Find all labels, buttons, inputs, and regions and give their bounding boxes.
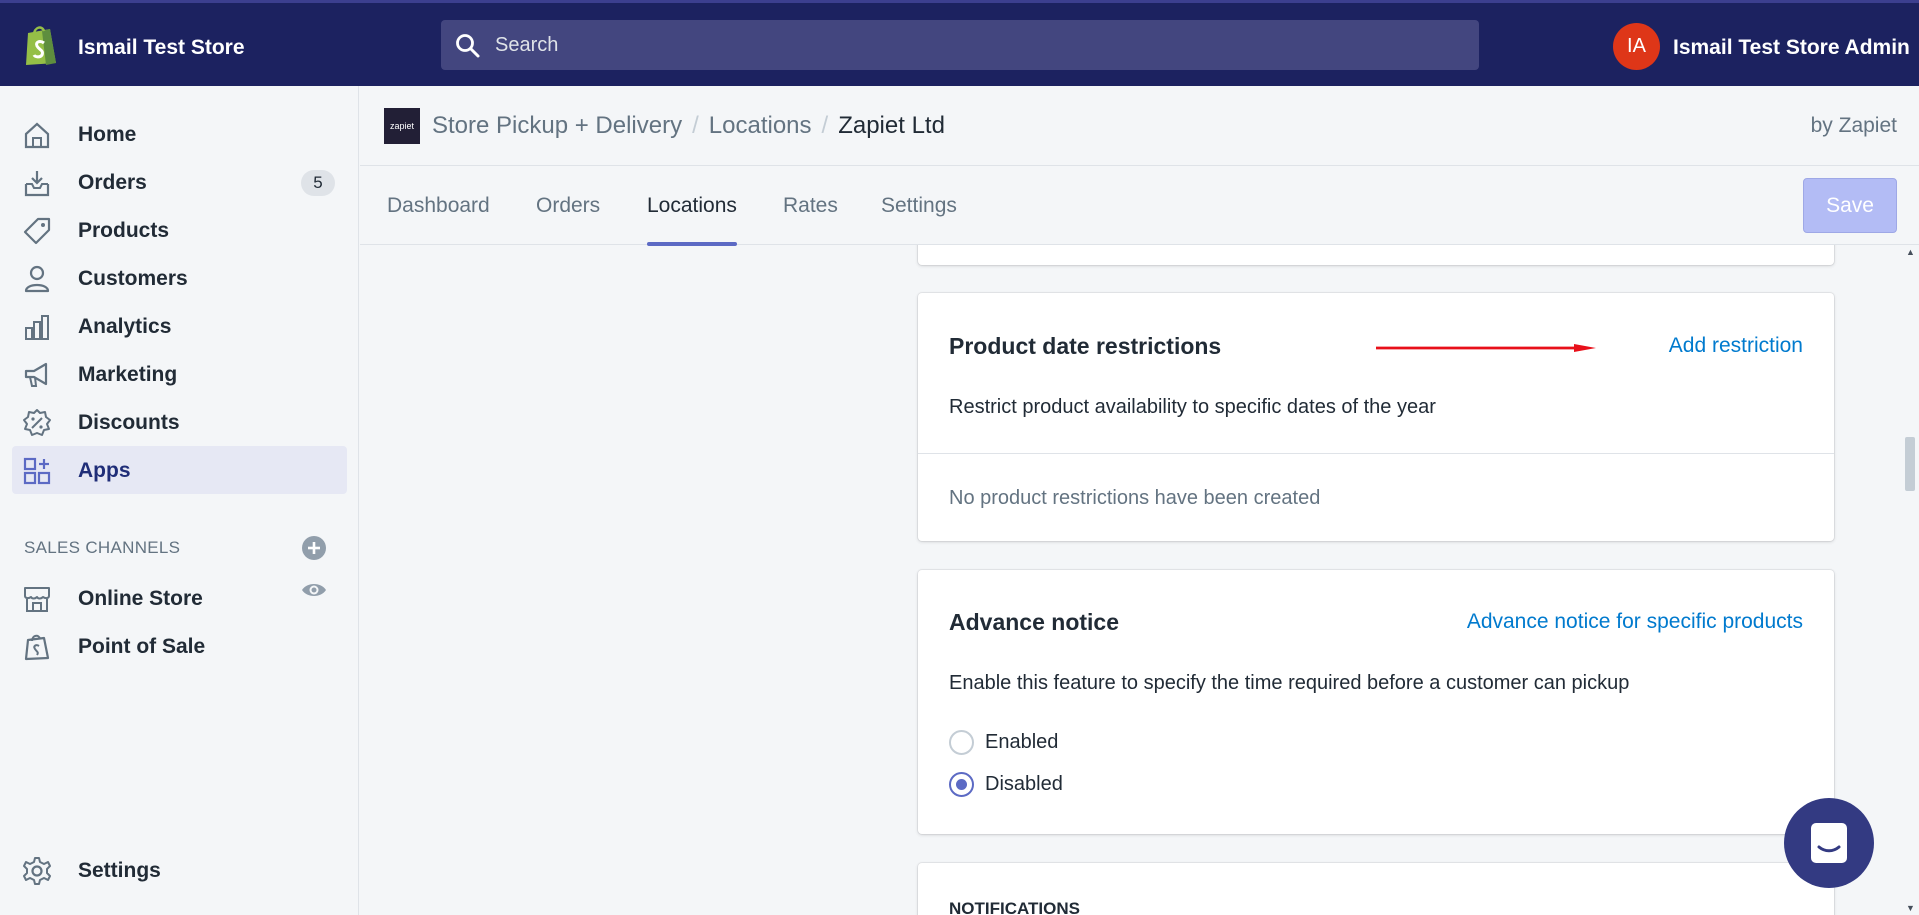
sidebar-item-label: Products bbox=[78, 219, 170, 242]
sidebar-item-discounts[interactable]: Discounts bbox=[12, 398, 347, 446]
store-name[interactable]: Ismail Test Store bbox=[78, 36, 245, 60]
home-icon bbox=[24, 122, 50, 149]
sidebar-item-marketing[interactable]: Marketing bbox=[12, 350, 347, 398]
tab-orders[interactable]: Orders bbox=[536, 166, 600, 245]
shopify-logo-icon[interactable] bbox=[22, 23, 60, 67]
developer-byline[interactable]: by Zapiet bbox=[1811, 114, 1897, 138]
sidebar-item-point-of-sale[interactable]: Point of Sale bbox=[12, 622, 347, 670]
search-input[interactable]: Search bbox=[495, 34, 558, 57]
product-date-restrictions-card: Product date restrictions Add restrictio… bbox=[918, 293, 1834, 541]
add-sales-channel-icon[interactable] bbox=[301, 535, 327, 561]
sidebar-item-label: Customers bbox=[78, 267, 188, 290]
card-title: NOTIFICATIONS bbox=[949, 899, 1080, 915]
admin-name[interactable]: Ismail Test Store Admin bbox=[1673, 36, 1910, 60]
avatar[interactable]: IA bbox=[1613, 23, 1660, 70]
radio-label[interactable]: Disabled bbox=[985, 773, 1063, 796]
save-button[interactable]: Save bbox=[1803, 178, 1897, 233]
main-content: Product date restrictions Add restrictio… bbox=[360, 245, 1900, 915]
sidebar-item-analytics[interactable]: Analytics bbox=[12, 302, 347, 350]
sidebar-item-label: Online Store bbox=[78, 587, 203, 610]
advance-notice-specific-products-link[interactable]: Advance notice for specific products bbox=[1467, 610, 1803, 634]
page-scrollbar[interactable]: ▲ ▼ bbox=[1900, 245, 1919, 915]
sidebar-item-products[interactable]: Products bbox=[12, 206, 347, 254]
sidebar-item-orders[interactable]: Orders 5 bbox=[12, 158, 347, 206]
divider bbox=[918, 453, 1834, 454]
sidebar-item-settings[interactable]: Settings bbox=[12, 846, 347, 894]
sidebar-item-label: Orders bbox=[78, 171, 147, 194]
chat-launcher-button[interactable] bbox=[1784, 798, 1874, 888]
notifications-card: NOTIFICATIONS bbox=[918, 863, 1834, 915]
sidebar-item-home[interactable]: Home bbox=[12, 110, 347, 158]
orders-icon bbox=[24, 171, 50, 197]
search-bar[interactable]: Search bbox=[441, 20, 1479, 70]
orders-count-badge: 5 bbox=[301, 170, 335, 196]
scroll-up-arrow[interactable]: ▲ bbox=[1906, 247, 1915, 257]
chat-icon bbox=[1811, 823, 1847, 863]
tab-locations[interactable]: Locations bbox=[647, 166, 737, 246]
previous-card bbox=[918, 245, 1834, 265]
breadcrumb-separator: / bbox=[821, 112, 829, 139]
tab-rates[interactable]: Rates bbox=[783, 166, 838, 245]
sidebar-item-online-store[interactable]: Online Store bbox=[12, 574, 347, 622]
apps-icon bbox=[23, 457, 51, 485]
bar-chart-icon bbox=[25, 315, 49, 340]
megaphone-icon bbox=[24, 362, 48, 387]
scroll-down-arrow[interactable]: ▼ bbox=[1906, 903, 1915, 913]
sidebar-item-label: Analytics bbox=[78, 315, 172, 338]
gear-icon bbox=[23, 857, 51, 885]
card-description: Restrict product availability to specifi… bbox=[949, 396, 1436, 418]
sidebar-item-label: Discounts bbox=[78, 411, 180, 434]
sidebar-item-label: Apps bbox=[78, 459, 131, 482]
card-title: Advance notice bbox=[949, 609, 1119, 635]
pos-bag-icon bbox=[24, 634, 50, 661]
zapiet-logo[interactable]: zapiet bbox=[384, 108, 420, 144]
scroll-thumb[interactable] bbox=[1905, 437, 1915, 491]
person-icon bbox=[24, 265, 50, 293]
sidebar-item-label: Point of Sale bbox=[78, 635, 206, 658]
eye-icon[interactable] bbox=[300, 576, 328, 604]
tag-icon bbox=[23, 217, 51, 245]
store-icon bbox=[24, 587, 50, 612]
tab-dashboard[interactable]: Dashboard bbox=[387, 166, 490, 245]
discount-icon bbox=[23, 409, 51, 436]
radio-label[interactable]: Enabled bbox=[985, 731, 1058, 754]
tab-bar: Dashboard Orders Locations Rates Setting… bbox=[360, 166, 1919, 246]
breadcrumb-current: Zapiet Ltd bbox=[838, 112, 945, 139]
sidebar-item-label: Marketing bbox=[78, 363, 178, 386]
sidebar-item-label: Settings bbox=[78, 859, 161, 882]
tab-settings[interactable]: Settings bbox=[881, 166, 957, 245]
annotation-arrow bbox=[1376, 344, 1596, 352]
add-restriction-link[interactable]: Add restriction bbox=[1669, 334, 1803, 358]
advance-notice-card: Advance notice Advance notice for specif… bbox=[918, 570, 1834, 834]
enabled-radio[interactable] bbox=[949, 730, 974, 755]
card-title: Product date restrictions bbox=[949, 333, 1222, 359]
sidebar-item-label: Home bbox=[78, 123, 137, 146]
breadcrumb-app[interactable]: Store Pickup + Delivery bbox=[432, 112, 682, 139]
card-description: Enable this feature to specify the time … bbox=[949, 672, 1630, 694]
top-bar: Ismail Test Store Search IA Ismail Test … bbox=[0, 0, 1919, 86]
app-header: zapiet Store Pickup + Delivery / Locations… bbox=[360, 86, 1919, 166]
breadcrumb-locations[interactable]: Locations bbox=[709, 112, 812, 139]
search-icon bbox=[456, 34, 480, 58]
breadcrumb-separator: / bbox=[692, 112, 699, 139]
disabled-radio[interactable] bbox=[949, 772, 974, 797]
sidebar-item-customers[interactable]: Customers bbox=[12, 254, 347, 302]
sales-channels-heading: SALES CHANNELS bbox=[24, 538, 181, 557]
empty-state-text: No product restrictions have been create… bbox=[949, 487, 1321, 509]
breadcrumb: Store Pickup + Delivery / Locations / Zapiet… bbox=[432, 112, 945, 140]
sidebar-item-apps[interactable]: Apps bbox=[12, 446, 347, 494]
sidebar: Home Orders 5 Products Customers Analyti… bbox=[0, 86, 359, 915]
